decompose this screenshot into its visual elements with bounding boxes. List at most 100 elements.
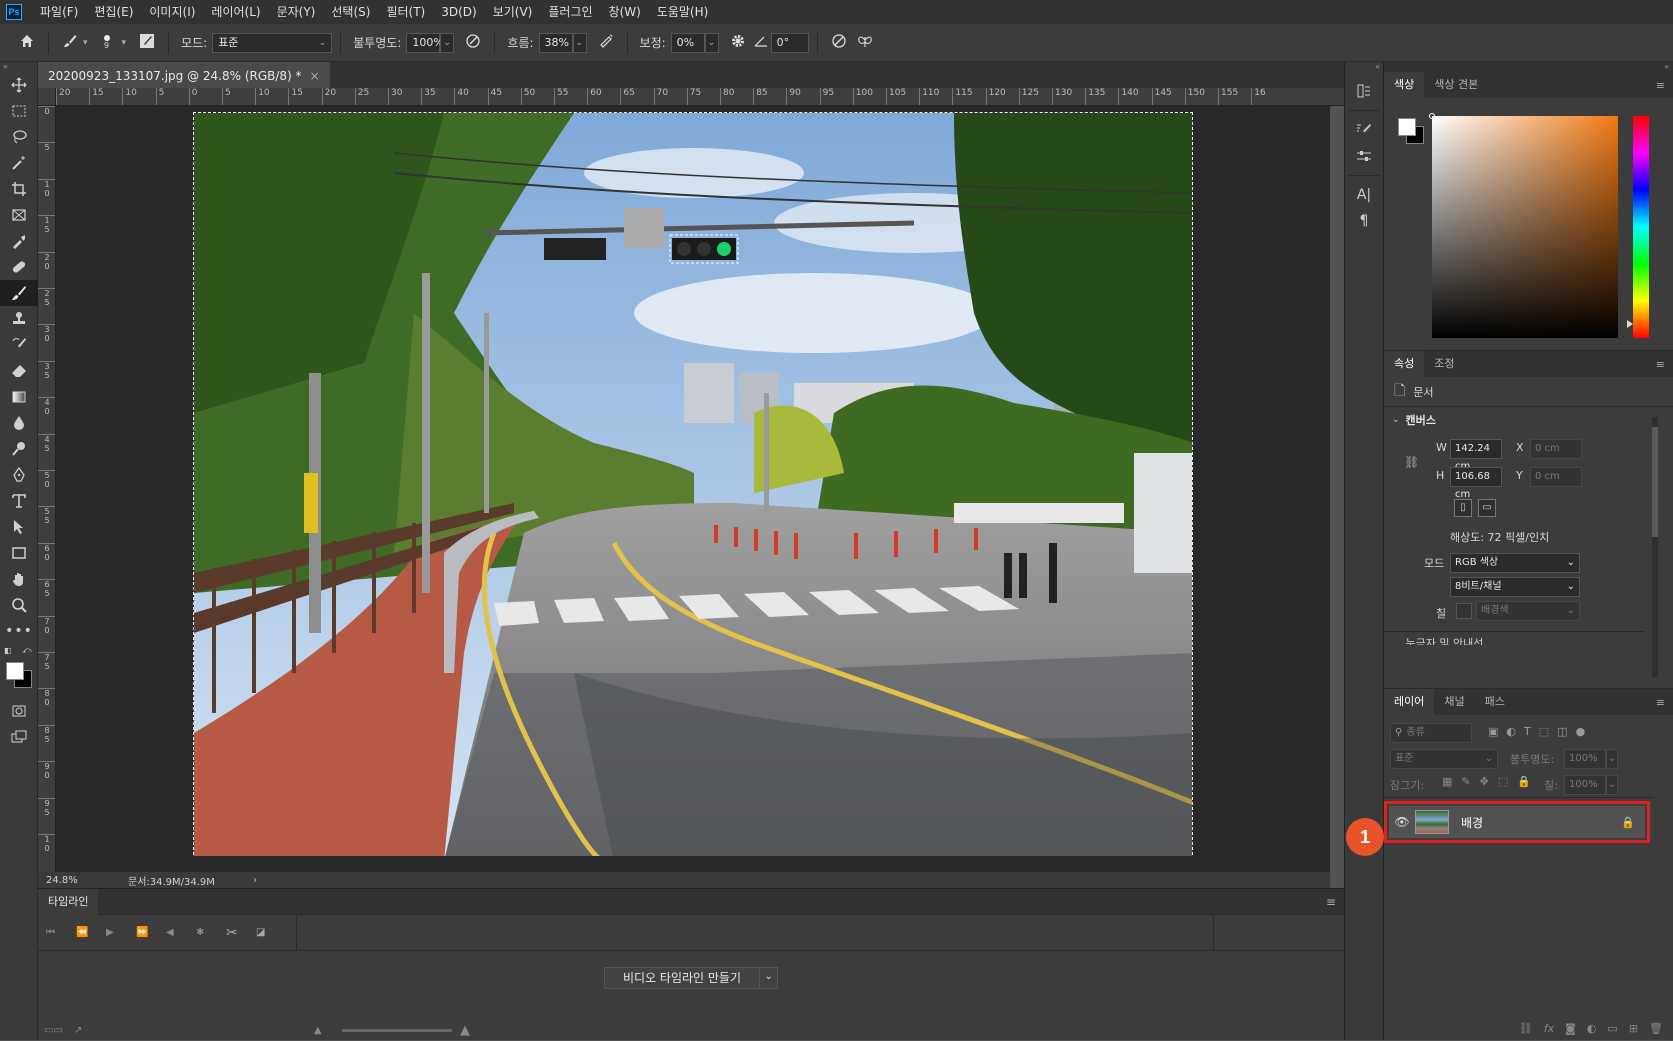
tab-adjustments[interactable]: 조정 [1424,351,1464,377]
rulers-guides-section-header[interactable]: ⌄ 눈금자 및 안내선 [1392,637,1483,645]
new-layer-icon[interactable]: ⊞ [1629,1022,1638,1035]
zoom-tool-icon[interactable] [0,592,38,618]
layer-opacity-field[interactable]: 100% [1564,749,1606,769]
path-selection-tool-icon[interactable] [0,514,38,540]
tab-channels[interactable]: 채널 [1434,689,1474,715]
airbrush-icon[interactable] [593,33,619,53]
more-tools-icon[interactable]: ••• [0,618,38,644]
symmetry-butterfly-icon[interactable] [852,33,878,53]
canvas-area[interactable] [56,106,1330,872]
frame-animation-icon[interactable]: ▭▭ [44,1025,74,1036]
gear-icon[interactable]: ✱ [196,927,226,938]
blur-tool-icon[interactable] [0,410,38,436]
menu-item-7[interactable]: 3D(D) [433,0,484,24]
menu-item-8[interactable]: 보기(V) [485,0,541,24]
y-field[interactable]: 0 cm [1530,467,1582,487]
split-scissors-icon[interactable]: ✂ [226,925,256,941]
move-tool-icon[interactable] [0,72,38,98]
menu-item-5[interactable]: 선택(S) [323,0,378,24]
bit-depth-select[interactable]: 8비트/채널 ⌄ [1450,577,1580,597]
lock-image-pixels-icon[interactable]: ✎ [1461,775,1470,788]
panel-menu-icon[interactable]: ≡ [1656,696,1665,709]
frame-tool-icon[interactable] [0,202,38,228]
layer-opacity-dropdown[interactable]: ⌄ [1606,749,1618,769]
dodge-tool-icon[interactable] [0,436,38,462]
screen-mode-icon[interactable] [0,724,38,750]
document-tab[interactable]: 20200923_133107.jpg @ 24.8% (RGB/8) * × [38,62,330,88]
horizontal-ruler[interactable]: 20 15 10 5 0 5 10 15 20 25 30 35 40 45 50 55 60 65 70 75 80 8… [56,88,1344,106]
new-adjustment-icon[interactable]: ◐ [1587,1022,1597,1035]
next-frame-icon[interactable]: ⏩ [136,927,166,938]
audio-icon[interactable]: ◀ [166,927,196,938]
lock-transparent-pixels-icon[interactable]: ▦ [1442,775,1452,788]
lock-icon[interactable]: 🔒 [1621,816,1635,829]
lock-artboard-icon[interactable]: ⬚ [1498,775,1508,788]
document-image[interactable] [193,112,1193,860]
eye-visibility-icon[interactable]: 👁 [1389,815,1415,829]
blend-mode-select[interactable]: 표준 ⌄ [1390,749,1498,769]
flow-field[interactable]: 38% [538,32,573,53]
smoothing-field[interactable]: 0% [670,32,705,53]
menu-item-0[interactable]: 파일(F) [32,0,86,24]
quick-mask-icon[interactable] [0,698,38,724]
mode-select[interactable]: 표준 ⌄ [212,32,333,53]
fx-icon[interactable]: fx [1544,1022,1554,1035]
panel-menu-icon[interactable]: ≡ [1326,895,1336,909]
lasso-tool-icon[interactable] [0,124,38,150]
shape-layer-filter-icon[interactable]: ⬚ [1539,725,1549,738]
adjustments-sliders-icon[interactable] [1353,145,1375,167]
brush-size-preview[interactable]: 9 [96,35,118,50]
collapse-panel-icon[interactable]: « [1345,62,1383,72]
x-field[interactable]: 0 cm [1530,439,1582,459]
panel-menu-icon[interactable]: ≡ [1656,358,1665,371]
ruler-origin[interactable] [38,88,56,106]
brush-preset-icon[interactable] [57,33,83,53]
paragraph-panel-icon[interactable]: ¶ [1353,210,1375,232]
lock-all-icon[interactable]: 🔒 [1517,775,1531,788]
collapse-panel-icon[interactable]: » [0,62,37,72]
hue-slider[interactable] [1633,116,1649,338]
type-tool-icon[interactable] [0,488,38,514]
gradient-tool-icon[interactable] [0,384,38,410]
swap-colors-icon[interactable]: ⤺ [22,646,32,656]
color-mode-select[interactable]: RGB 색상 ⌄ [1450,553,1580,573]
new-group-folder-icon[interactable]: ▭ [1607,1022,1617,1035]
history-panel-icon[interactable] [1353,80,1375,102]
tab-color[interactable]: 색상 [1384,72,1425,98]
vertical-ruler[interactable]: 0 5 1 0 1 5 2 0 2 5 3 0 3 5 4 0 4 5 5 0 5 5 6 0 6 5 7 … [38,106,56,872]
menu-item-4[interactable]: 문자(Y) [269,0,324,24]
default-colors-icon[interactable]: ◧ [4,646,12,655]
timeline-type-chevron-icon[interactable]: ⌄ [759,968,777,988]
pen-tool-icon[interactable] [0,462,38,488]
fill-color-swatch[interactable] [1456,603,1472,619]
layer-row-background[interactable]: 👁 배경 🔒 [1389,806,1645,838]
rectangle-tool-icon[interactable] [0,540,38,566]
timeline-zoom-slider[interactable] [342,1028,452,1032]
menu-item-2[interactable]: 이미지(I) [141,0,203,24]
tab-paths[interactable]: 패스 [1475,689,1515,715]
foreground-color-swatch[interactable] [6,662,24,680]
menu-item-10[interactable]: 창(W) [601,0,649,24]
smoothing-dropdown[interactable]: ⌄ [704,32,719,53]
filter-toggle-icon[interactable]: ● [1576,725,1586,738]
opacity-dropdown[interactable]: ⌄ [440,32,455,53]
hue-slider-handle-icon[interactable] [1627,320,1633,328]
menu-item-11[interactable]: 도움말(H) [649,0,717,24]
first-frame-icon[interactable]: ⏮ [46,927,76,938]
eyedropper-tool-icon[interactable] [0,228,38,254]
panel-menu-icon[interactable]: ≡ [1656,79,1665,92]
link-layers-icon[interactable]: ⛓ [1519,1022,1533,1035]
tab-layers[interactable]: 레이어 [1384,689,1435,715]
brush-settings-panel-icon[interactable] [134,33,160,53]
close-icon[interactable]: × [310,69,320,83]
brush-size-chevron-icon[interactable]: ▾ [122,38,127,48]
portrait-orientation-icon[interactable]: ▯ [1454,499,1472,517]
height-field[interactable]: 106.68 cm [1450,467,1502,500]
timeline-tab[interactable]: 타임라인 [38,888,99,915]
menu-item-6[interactable]: 필터(T) [378,0,433,24]
history-brush-tool-icon[interactable] [0,332,38,358]
pressure-size-icon[interactable] [826,33,852,53]
layer-name[interactable]: 배경 [1461,814,1483,831]
stamp-tool-icon[interactable] [0,306,38,332]
pressure-opacity-icon[interactable] [460,33,486,53]
